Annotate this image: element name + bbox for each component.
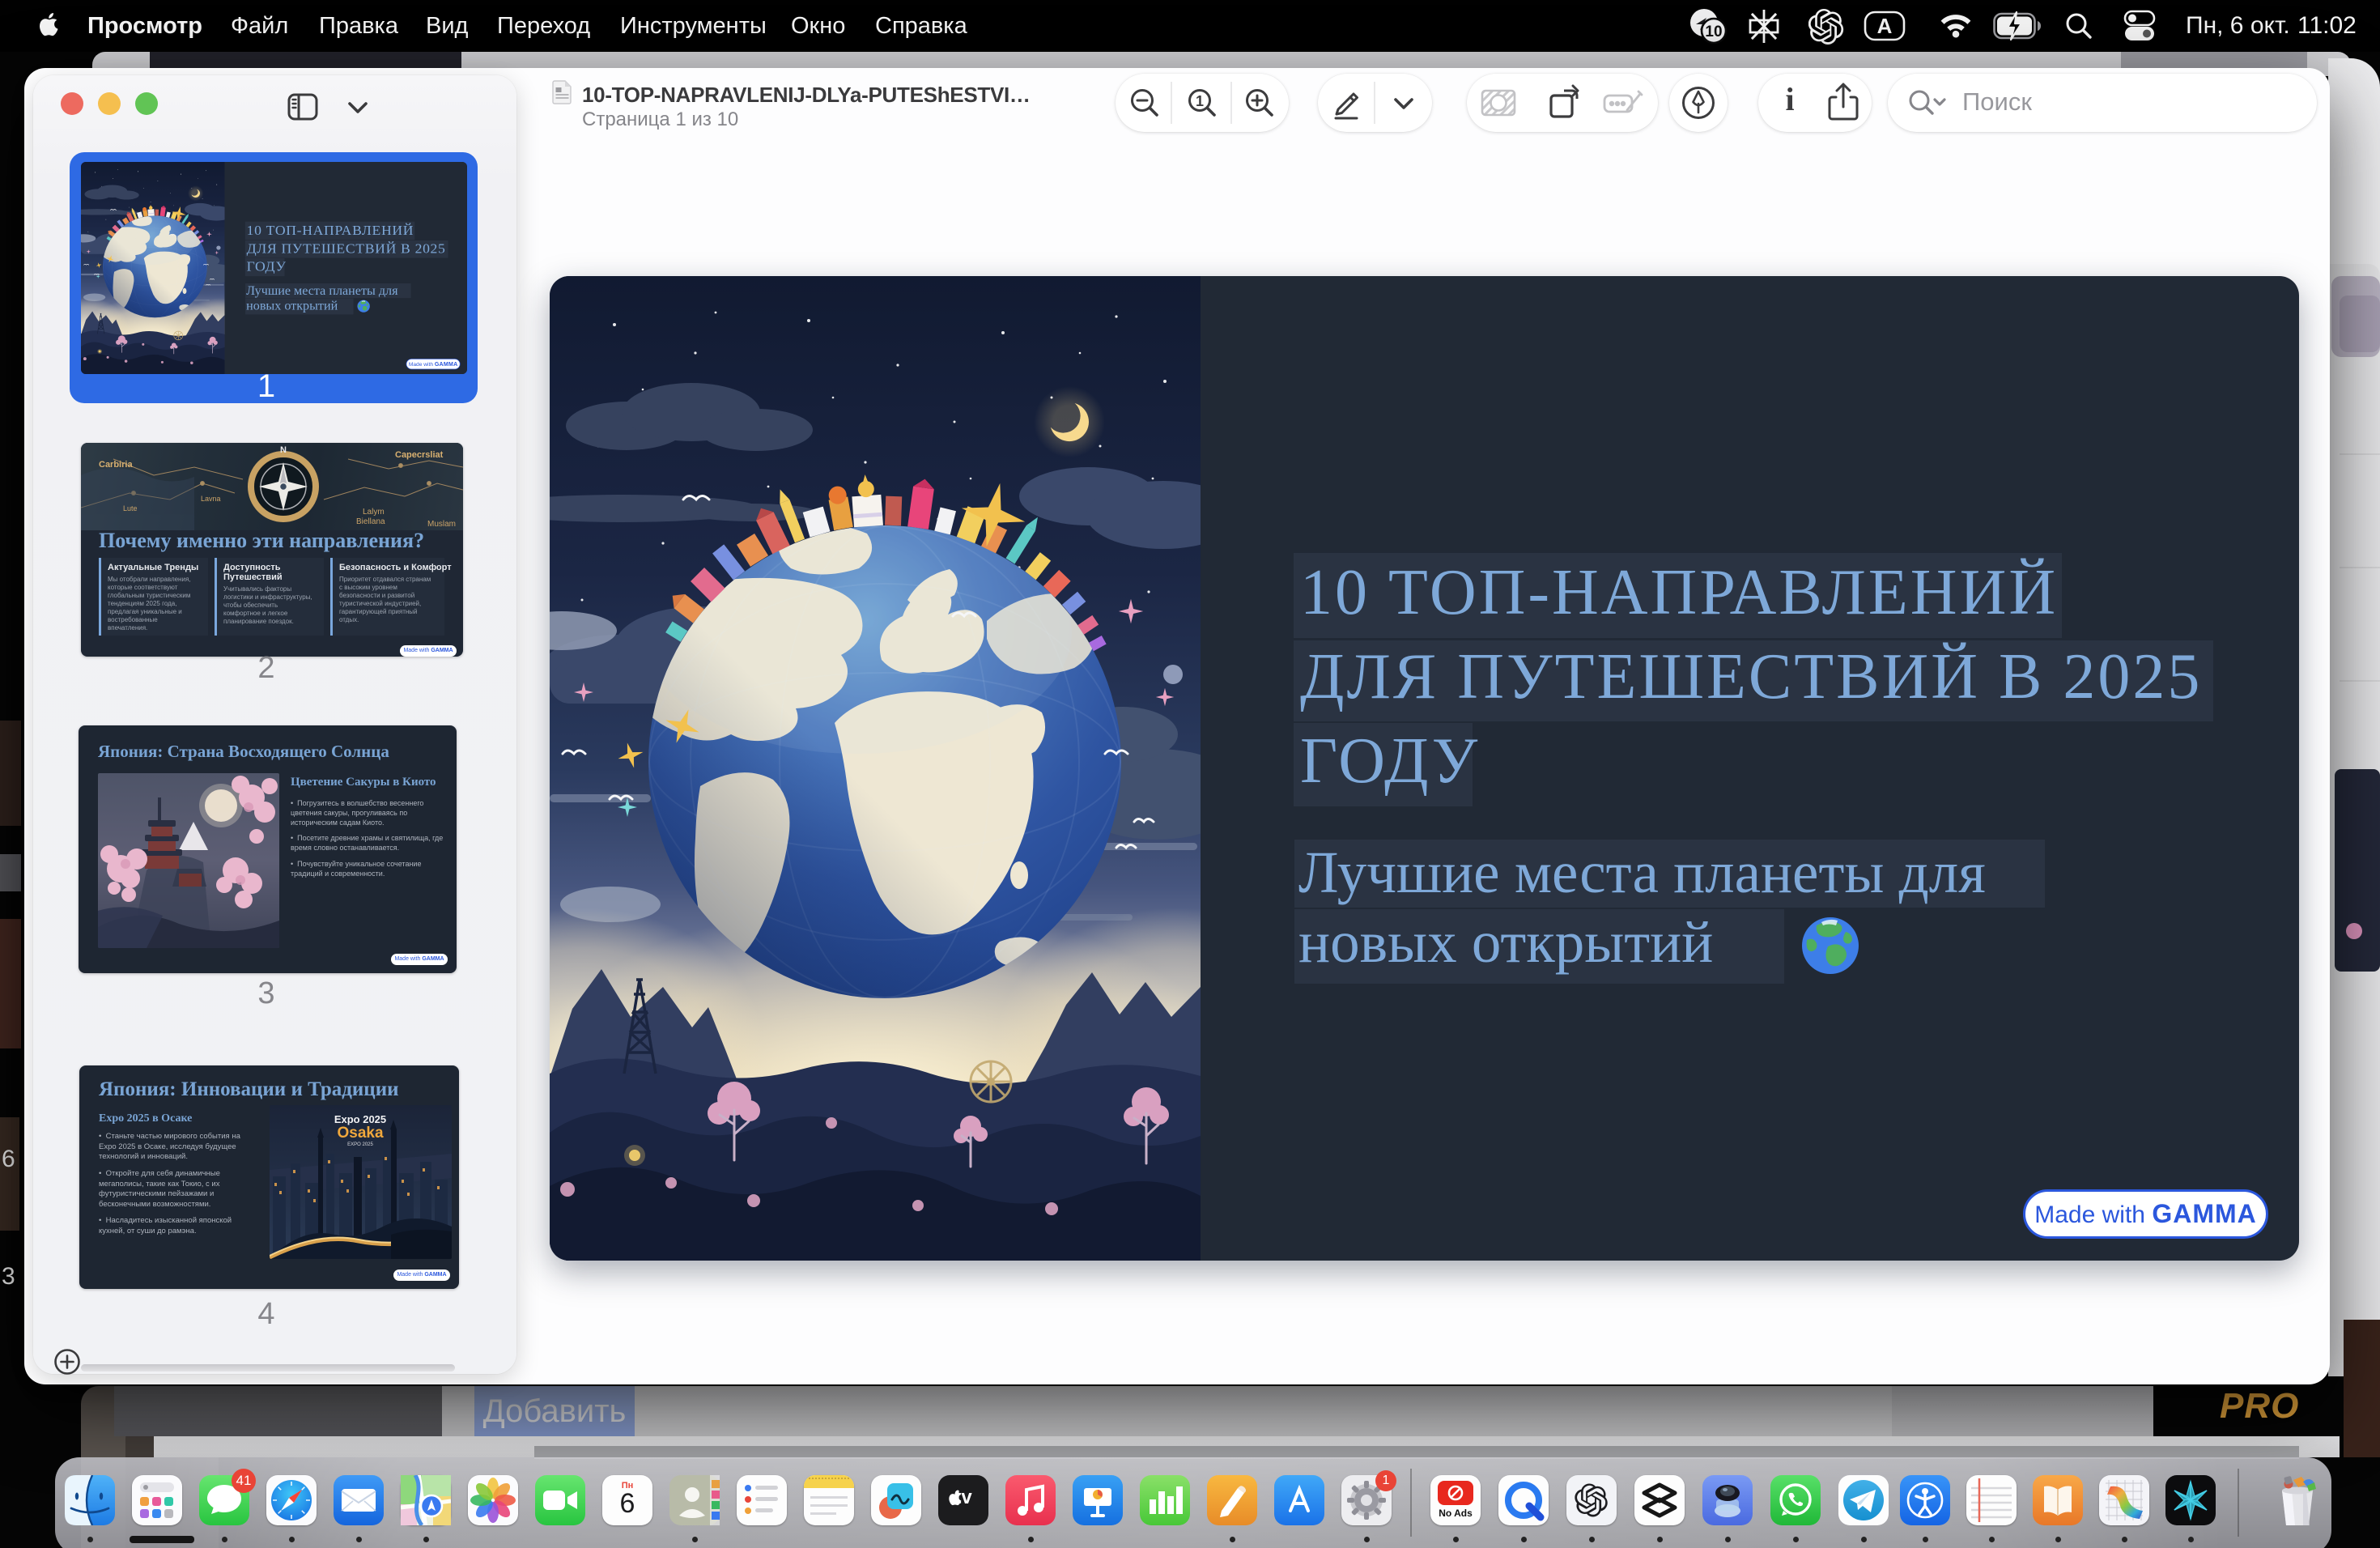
svg-text:EXPO 2025: EXPO 2025 (347, 1142, 373, 1147)
svg-text:Osaka: Osaka (337, 1125, 383, 1142)
svg-text:Biellana: Biellana (356, 517, 385, 526)
svg-text:Carbiria: Carbiria (99, 460, 133, 470)
svg-text:Capecrsliat: Capecrsliat (395, 450, 444, 460)
svg-text:Muslam: Muslam (427, 520, 456, 529)
svg-text:A: A (1877, 14, 1893, 38)
svg-text:1: 1 (1196, 93, 1204, 109)
svg-text:Lute: Lute (123, 504, 138, 512)
svg-text:N: N (280, 445, 287, 455)
svg-text:Lalym: Lalym (363, 508, 385, 517)
svg-text:Lavna: Lavna (201, 495, 221, 503)
svg-text:10: 10 (1705, 23, 1722, 40)
svg-text:Expo 2025: Expo 2025 (334, 1113, 386, 1125)
